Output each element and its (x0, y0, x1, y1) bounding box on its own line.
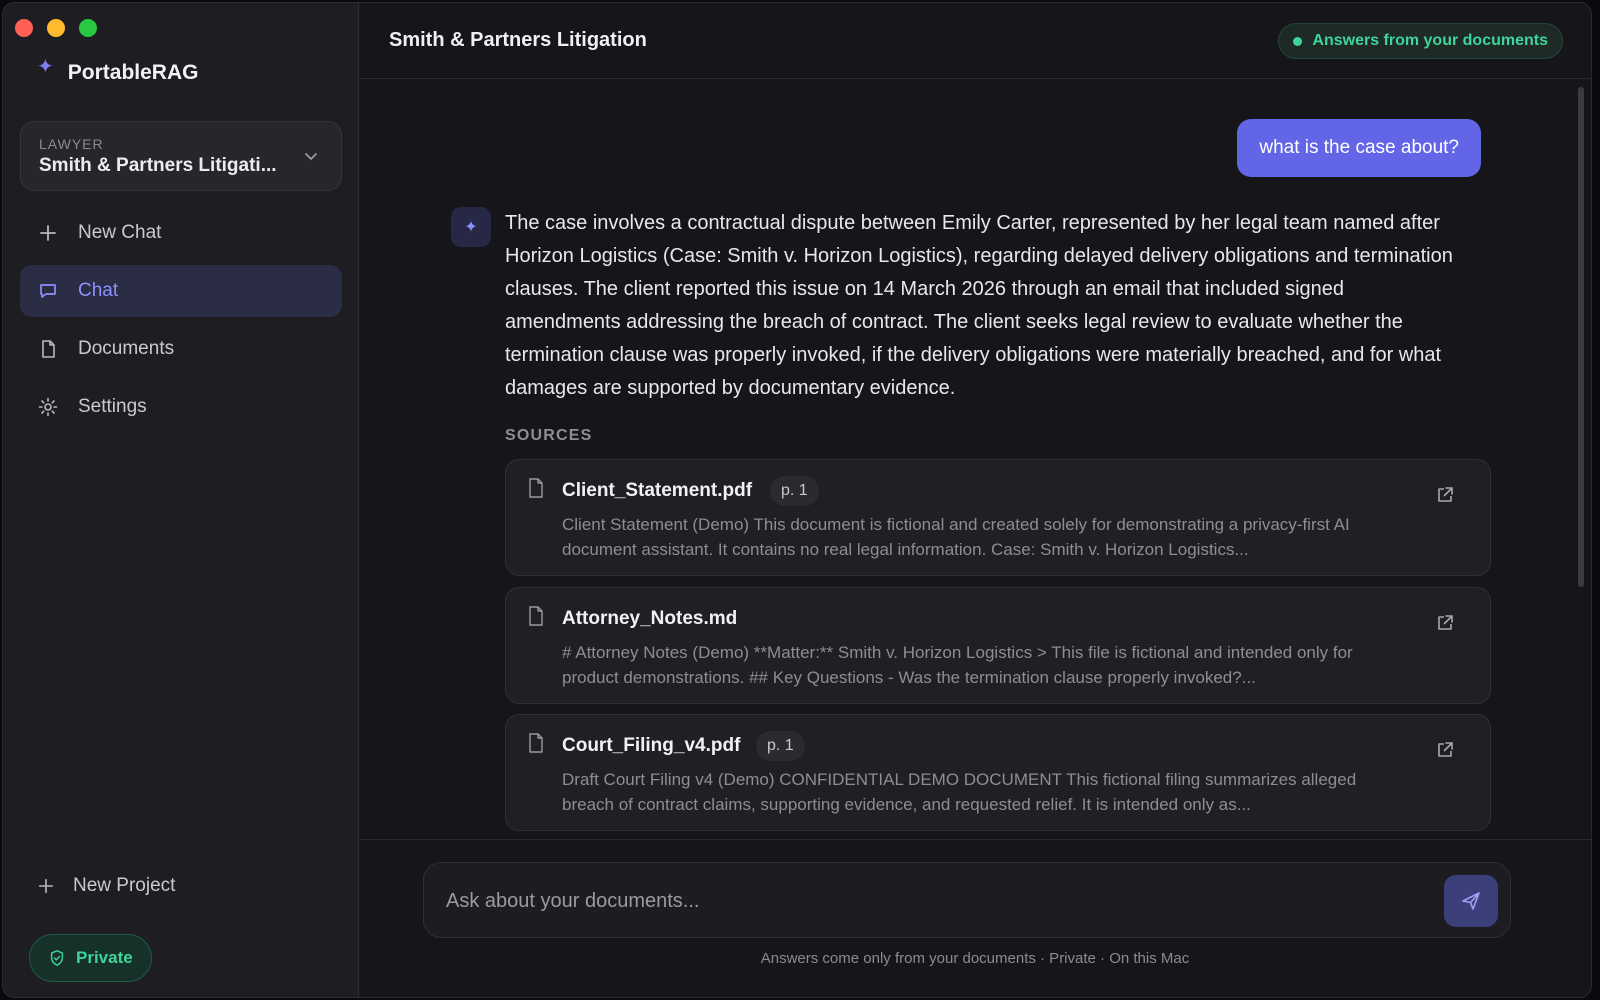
assistant-avatar-icon: ✦ (451, 207, 491, 247)
document-icon (42, 340, 55, 358)
app-window: ✦ PortableRAG LAWYER Smith & Partners Li… (2, 2, 1592, 998)
top-bar: Smith & Partners Litigation Answers from… (360, 3, 1591, 79)
chat-bubble-icon (40, 284, 56, 298)
source-page-badge: p. 1 (770, 476, 819, 506)
new-project-button[interactable]: New Project (37, 875, 175, 897)
user-message: what is the case about? (1237, 119, 1481, 177)
sidebar-item-label: Chat (78, 280, 119, 301)
sidebar-item-settings[interactable]: Settings (20, 381, 342, 433)
sources-heading: SOURCES (505, 427, 593, 444)
send-button[interactable] (1444, 875, 1498, 927)
external-link-icon[interactable] (1436, 614, 1454, 632)
composer (423, 862, 1511, 939)
chat-input[interactable] (446, 863, 1406, 939)
sidebar-nav: New Chat Chat Documents Settings (20, 207, 342, 439)
sidebar-item-documents[interactable]: Documents (20, 323, 342, 375)
source-snippet: # Attorney Notes (Demo) **Matter:** Smit… (562, 643, 1353, 687)
project-selector[interactable]: LAWYER Smith & Partners Litigati... (20, 121, 342, 191)
source-file-name: Court_Filing_v4.pdf (562, 735, 741, 756)
composer-area: Answers come only from your documents · … (360, 839, 1591, 997)
source-page-badge: p. 1 (756, 731, 805, 761)
send-icon (1462, 892, 1480, 910)
gear-icon (38, 397, 58, 417)
source-card[interactable]: Client_Statement.pdf p. 1 Client Stateme… (505, 459, 1491, 576)
project-selector-caption: LAWYER (39, 136, 104, 152)
private-badge-label: Private (76, 948, 133, 967)
brand: ✦ PortableRAG (37, 57, 199, 85)
new-project-label: New Project (73, 875, 176, 896)
assistant-answer: The case involves a contractual dispute … (505, 212, 1453, 399)
project-selector-value: Smith & Partners Litigati... (39, 155, 277, 176)
close-window-button[interactable] (15, 19, 33, 37)
status-badge: Answers from your documents (1278, 23, 1563, 59)
sparkle-icon: ✦ (37, 56, 54, 78)
sidebar-item-new-chat[interactable]: New Chat (20, 207, 342, 259)
external-link-icon[interactable] (1436, 741, 1454, 759)
status-dot-icon (1293, 36, 1303, 46)
document-icon (529, 606, 543, 626)
main-panel: Smith & Partners Litigation Answers from… (360, 3, 1591, 997)
status-badge-label: Answers from your documents (1312, 32, 1548, 49)
private-badge[interactable]: Private (29, 934, 152, 982)
page-title: Smith & Partners Litigation (389, 29, 647, 51)
sidebar: ✦ PortableRAG LAWYER Smith & Partners Li… (3, 3, 359, 997)
window-controls (15, 19, 97, 37)
composer-footnote: Answers come only from your documents · … (760, 950, 1190, 967)
plus-icon (40, 225, 56, 241)
shield-check-icon (50, 950, 64, 966)
source-card[interactable]: Attorney_Notes.md # Attorney Notes (Demo… (505, 587, 1491, 704)
source-file-name: Attorney_Notes.md (562, 608, 738, 629)
chevron-down-icon (305, 153, 317, 161)
source-snippet: Draft Court Filing v4 (Demo) CONFIDENTIA… (562, 770, 1357, 814)
scrollbar[interactable] (1578, 87, 1584, 587)
document-icon (529, 733, 543, 753)
source-snippet: Client Statement (Demo) This document is… (562, 515, 1350, 559)
sidebar-item-label: Settings (78, 396, 147, 417)
source-file-name: Client_Statement.pdf (562, 480, 753, 501)
plus-icon (38, 878, 54, 894)
sidebar-item-label: New Chat (78, 222, 162, 243)
source-card[interactable]: Court_Filing_v4.pdf p. 1 Draft Court Fil… (505, 714, 1491, 831)
minimize-window-button[interactable] (47, 19, 65, 37)
document-icon (529, 478, 543, 498)
external-link-icon[interactable] (1436, 486, 1454, 504)
maximize-window-button[interactable] (79, 19, 97, 37)
sidebar-item-label: Documents (78, 338, 175, 359)
app-name: PortableRAG (67, 61, 199, 84)
sidebar-item-chat[interactable]: Chat (20, 265, 342, 317)
